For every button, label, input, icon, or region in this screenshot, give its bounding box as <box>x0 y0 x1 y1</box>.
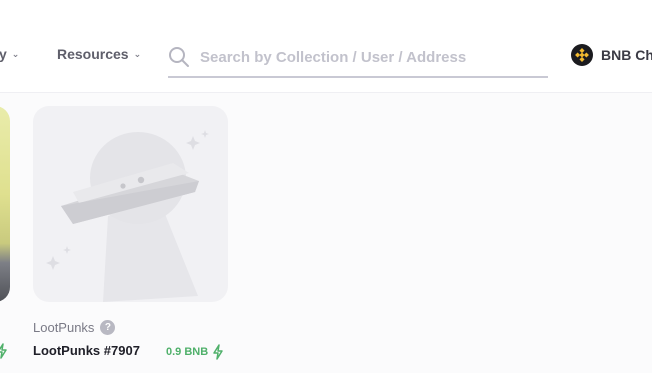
chain-selector[interactable]: BNB Ch <box>571 44 652 66</box>
collection-row: LootPunks ? <box>33 318 116 336</box>
ufo-placeholder-image <box>46 130 209 302</box>
lightning-icon <box>0 343 8 364</box>
chain-label: BNB Ch <box>601 47 652 63</box>
nav-menu-resources-label: Resources <box>57 46 129 62</box>
lightning-icon <box>212 344 224 360</box>
chevron-down-icon: ⌄ <box>133 48 142 59</box>
search-bar[interactable] <box>168 38 548 78</box>
info-icon[interactable]: ? <box>100 319 116 335</box>
item-name[interactable]: LootPunks #7907 <box>33 343 140 358</box>
nav-menu-partial[interactable]: y ⌄ <box>0 44 19 64</box>
nav-menu-resources[interactable]: Resources ⌄ <box>57 44 141 64</box>
nft-card-image[interactable] <box>33 106 228 302</box>
search-input[interactable] <box>200 48 540 66</box>
search-icon <box>168 46 190 68</box>
previous-card-image[interactable] <box>0 106 10 302</box>
collection-name[interactable]: LootPunks <box>33 320 94 335</box>
price-value: 0.9 BNB <box>166 346 209 358</box>
chevron-down-icon: ⌄ <box>11 48 20 59</box>
price-row: 0.9 BNB <box>166 344 224 360</box>
top-navbar: y ⌄ Resources ⌄ BNB Ch <box>0 0 652 93</box>
nav-menu-partial-label: y <box>0 46 7 62</box>
bnb-logo-icon <box>571 44 593 66</box>
